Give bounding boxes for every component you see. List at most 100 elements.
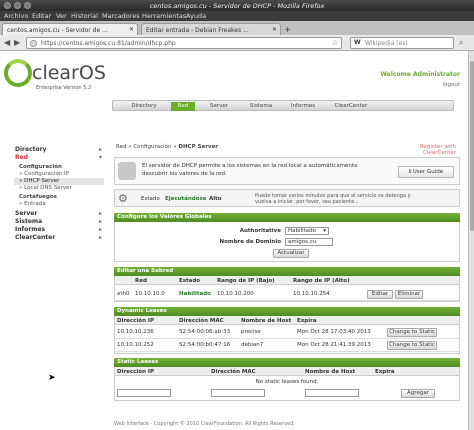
table-row: eth0 10.10.10.0 Habilitado 10.10.10.200 …	[115, 288, 459, 301]
nav-directory[interactable]: Directory	[127, 102, 161, 111]
sidebar-item-config-ip[interactable]: » Configuración IP	[19, 171, 69, 177]
static-mac-input[interactable]	[211, 389, 265, 397]
scrollbar-thumb[interactable]	[470, 61, 474, 231]
col-red: Red	[135, 278, 147, 284]
chevron-right-icon: ▸	[98, 226, 102, 233]
change-to-static-button[interactable]: Change to Static	[387, 341, 437, 350]
sidebar-label: ClearCenter	[15, 234, 56, 241]
menu-editar[interactable]: Editar	[32, 12, 51, 20]
edit-subnet-button[interactable]: Editar	[367, 290, 393, 299]
authoritative-label: Authoritative	[239, 228, 281, 234]
nav-clearcenter[interactable]: ClearCenter	[331, 102, 371, 111]
tab-label: Editar entrada - Debian Freakes ...	[146, 27, 249, 34]
nav-server[interactable]: Server	[205, 102, 233, 111]
new-tab-icon[interactable]: +	[284, 25, 291, 34]
nav-informes[interactable]: Informes	[287, 102, 319, 111]
breadcrumb-configuracion[interactable]: Configuración	[133, 144, 171, 150]
tab-debian[interactable]: Editar entrada - Debian Freakes ... ✕	[141, 23, 281, 35]
chevron-right-icon: ▸	[98, 210, 102, 217]
search-box[interactable]: W Wikipedia (es)	[350, 37, 454, 49]
menu-archivo[interactable]: Archivo	[4, 12, 28, 20]
search-icon[interactable]: ⌕	[459, 38, 463, 48]
forward-icon[interactable]: ▶	[14, 38, 20, 48]
close-tab-icon[interactable]: ✕	[272, 26, 277, 33]
col-mac: Dirección MAC	[179, 318, 224, 324]
expira-cell: Mon Oct 28 21:41:39 2013	[297, 342, 371, 348]
menu-ver[interactable]: Ver	[56, 12, 67, 20]
add-static-button[interactable]: Agregar	[401, 389, 435, 398]
bookmark-star-icon[interactable]: ☆	[332, 39, 338, 47]
nav-red[interactable]: Red	[171, 102, 195, 111]
status-value: Ejecutándose	[165, 196, 207, 202]
sidebar-server[interactable]: Server ▸	[14, 210, 104, 218]
authoritative-select[interactable]: Habilitado ▾	[285, 227, 329, 235]
menu-marcadores[interactable]: Marcadores	[102, 12, 140, 20]
change-to-static-button[interactable]: Change to Static	[387, 328, 437, 337]
sidebar-label: Configuración IP	[24, 171, 69, 177]
menu-ayuda[interactable]: Ayuda	[186, 12, 206, 20]
back-icon[interactable]: ◀	[4, 38, 10, 48]
sidebar-clearcenter[interactable]: ClearCenter ▸	[14, 234, 104, 242]
vertical-scrollbar[interactable]	[468, 51, 474, 430]
global-settings-panel: Authoritative Habilitado ▾ Nombre de Domi…	[114, 222, 460, 262]
sidebar-label: Sistema	[15, 218, 43, 225]
stop-service-button[interactable]: Alto	[209, 196, 222, 202]
subnet-table-header: Red Estado Rango de IP (Bajo) Rango de I…	[115, 276, 459, 285]
dynamic-leases-header: Dynamic Leases	[114, 307, 460, 316]
sidebar-item-entrada[interactable]: » Entrada	[19, 201, 46, 207]
url-bar[interactable]: https://centos.amigos.cu:81/admin/dhcp.p…	[26, 37, 342, 49]
url-text: https://centos.amigos.cu:81/admin/dhcp.p…	[41, 40, 176, 47]
tab-dhcp[interactable]: centos.amigos.cu - Servidor de ... ✕	[2, 23, 138, 35]
col-host: Nombre de Host	[241, 318, 292, 324]
sidebar-item-local-dns[interactable]: » Local DNS Server	[19, 185, 72, 191]
delete-subnet-button[interactable]: Eliminar	[395, 290, 423, 299]
sidebar-directory[interactable]: Directory ▸	[14, 146, 104, 154]
ip-cell: 10.10.10.252	[117, 342, 154, 348]
sidebar-informes[interactable]: Informes ▸	[14, 226, 104, 234]
chevron-right-icon: ▸	[98, 218, 102, 225]
service-status-box: ⚙ Estado Ejecutándose Alto Puede tomar v…	[114, 189, 460, 207]
sidebar-configuracion: Configuración	[19, 164, 62, 170]
expira-cell: Mon Oct 28 17:03:40 2013	[297, 329, 371, 335]
sidebar-label: DHCP Server	[24, 178, 60, 184]
navigation-bar: ◀ ▶ https://centos.amigos.cu:81/admin/dh…	[0, 35, 474, 51]
sidebar-item-dhcp-server[interactable]: » DHCP Server	[19, 178, 59, 184]
sidebar-label: Server	[15, 210, 38, 217]
col-ip: Dirección IP	[117, 318, 154, 324]
window-title: centos.amigos.cu - Servidor de DHCP - Mo…	[149, 2, 325, 10]
dynamic-leases-panel: Dirección IP Dirección MAC Nombre de Hos…	[114, 316, 460, 354]
subnet-panel: Red Estado Rango de IP (Bajo) Rango de I…	[114, 276, 460, 302]
user-guide-label: User Guide	[412, 169, 444, 175]
update-button[interactable]: Actualizar	[273, 249, 309, 258]
authoritative-value: Habilitado	[288, 228, 316, 234]
register-link[interactable]: Register with ClearCenter	[390, 144, 456, 156]
domain-input[interactable]: amigos.cu	[285, 238, 333, 246]
close-tab-icon[interactable]: ✕	[129, 26, 134, 33]
col-expira: Expira	[375, 369, 395, 375]
sidebar-red[interactable]: Red ▾	[14, 154, 104, 162]
site-identity-icon[interactable]	[30, 40, 37, 47]
static-host-input[interactable]	[305, 389, 359, 397]
menu-herramientas[interactable]: Herramientas	[142, 12, 186, 20]
mac-cell: 52:54:00:06:ab:33	[179, 329, 231, 335]
user-guide-button[interactable]: ℹ User Guide	[398, 166, 454, 178]
web-page: clearOS Enterprise Version 5.2 Welcome A…	[0, 51, 468, 430]
col-rango-bajo: Rango de IP (Bajo)	[217, 278, 275, 284]
global-settings-header: Configure los Valores Globales	[114, 213, 460, 222]
static-leases-header: Static Leases	[114, 358, 460, 367]
col-ip: Dirección IP	[117, 369, 154, 375]
empty-message: No static leases found.	[255, 379, 319, 385]
nav-sistema[interactable]: Sistema	[245, 102, 277, 111]
search-placeholder: Wikipedia (es)	[365, 40, 408, 47]
sidebar-label: Local DNS Server	[24, 185, 72, 191]
logout-link[interactable]: logout	[420, 82, 460, 88]
top-navigation: Directory Red Server Sistema Informes Cl…	[112, 100, 454, 111]
gear-icon: ⚙	[118, 192, 128, 205]
chevron-down-icon: ▾	[98, 154, 102, 161]
sidebar-sistema[interactable]: Sistema ▸	[14, 218, 104, 226]
menu-historial[interactable]: Historial	[71, 12, 98, 20]
breadcrumb-red[interactable]: Red	[116, 144, 126, 150]
iface-cell: eth0	[117, 291, 130, 297]
menu-bar: Archivo Editar Ver Historial Marcadores …	[0, 11, 474, 21]
static-ip-input[interactable]	[117, 389, 171, 397]
